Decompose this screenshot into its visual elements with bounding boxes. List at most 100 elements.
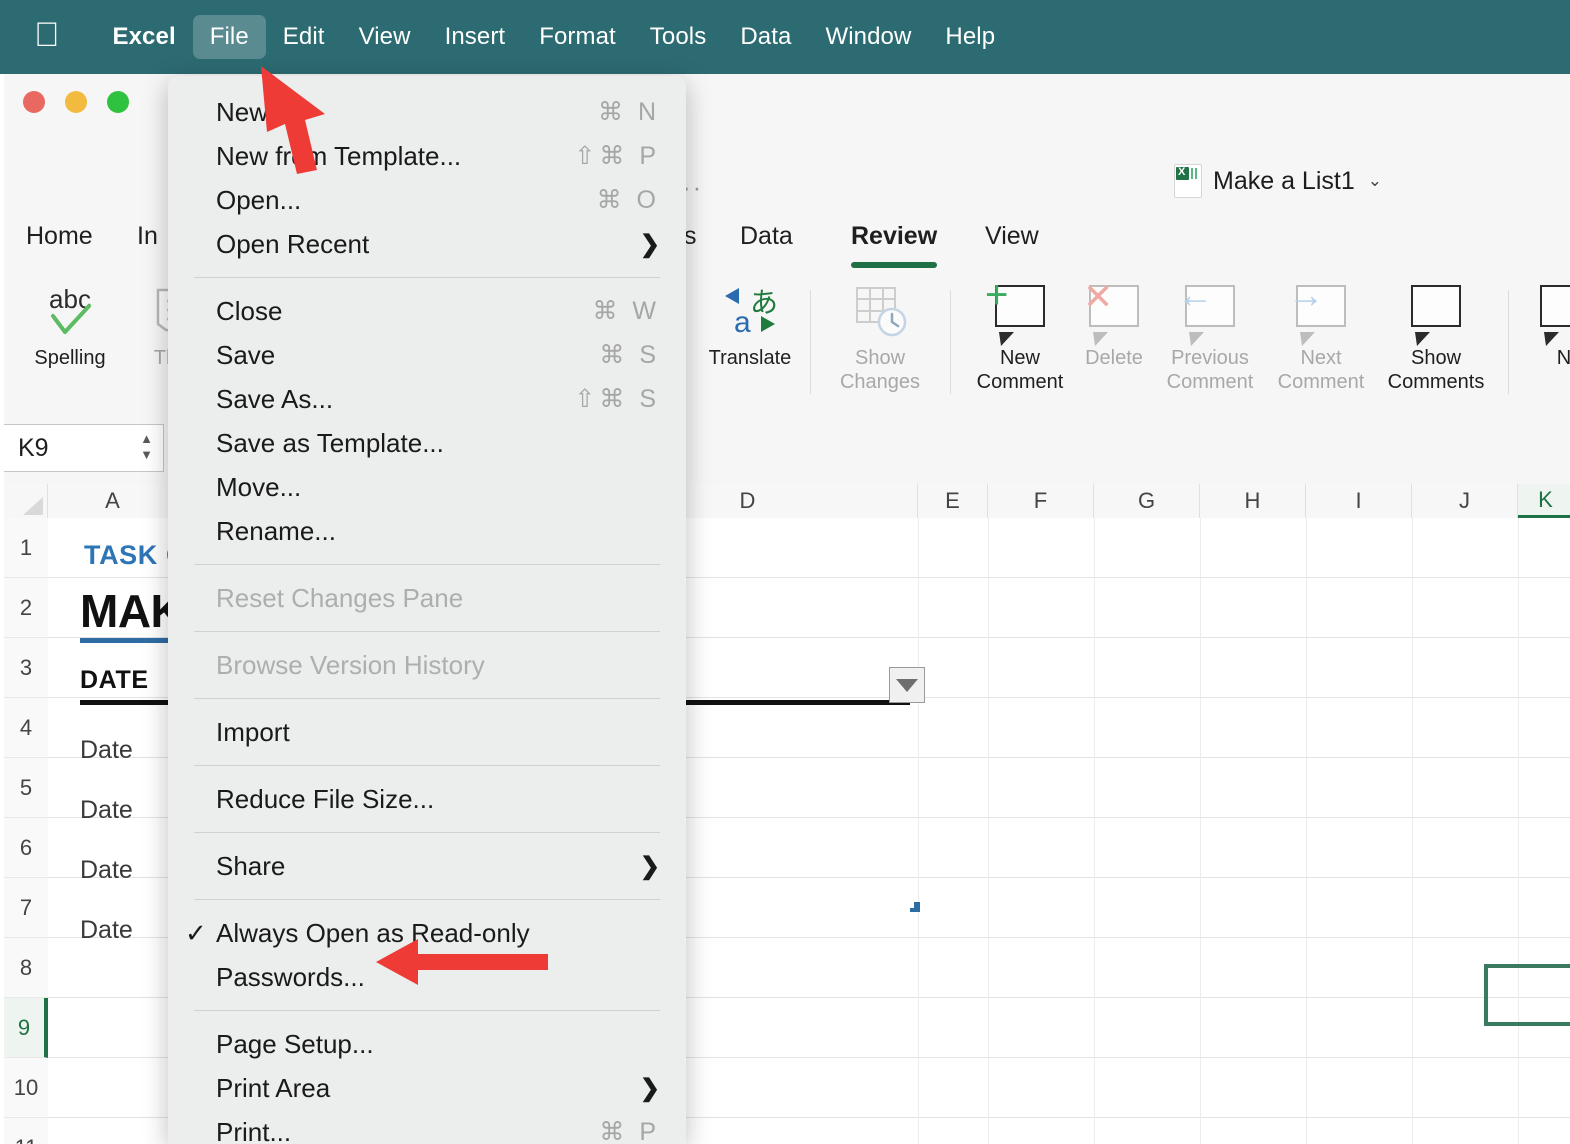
menu-item-label: Reduce File Size... (216, 784, 660, 815)
ribbon-button-translate[interactable]: aあTranslate (690, 280, 810, 370)
ribbon-button-previous-comment: ←PreviousComment (1148, 280, 1272, 394)
file-menu-item-rename[interactable]: Rename... (168, 509, 686, 553)
cell-date-header[interactable]: DATE (80, 666, 149, 695)
menu-bar-item-file[interactable]: File (193, 15, 266, 59)
filter-dropdown-button[interactable] (889, 667, 925, 703)
file-menu-item-print[interactable]: Print...⌘ P (168, 1110, 686, 1144)
file-menu-item-save-as[interactable]: Save As...⇧⌘ S (168, 377, 686, 421)
column-header-F[interactable]: F (988, 484, 1094, 518)
menu-bar-item-data[interactable]: Data (723, 15, 808, 59)
name-box-value: K9 (18, 434, 49, 463)
spinner-down-icon[interactable]: ▼ (140, 448, 153, 461)
menu-item-shortcut: ⇧⌘ S (574, 384, 660, 414)
close-window-button[interactable] (23, 91, 45, 113)
cell-date-2[interactable]: Date (80, 796, 133, 825)
menu-item-shortcut: ⌘ O (597, 185, 660, 215)
file-menu-item-reduce-file-size[interactable]: Reduce File Size... (168, 777, 686, 821)
menu-bar-item-excel[interactable]: Excel (96, 15, 193, 59)
gridline (1306, 518, 1307, 1144)
file-menu-item-save-as-template[interactable]: Save as Template... (168, 421, 686, 465)
menu-bar-items: ExcelFileEditViewInsertFormatToolsDataWi… (96, 15, 1013, 59)
file-menu-item-passwords[interactable]: Passwords... (168, 955, 686, 999)
column-header-G[interactable]: G (1094, 484, 1200, 518)
file-menu-item-open-recent[interactable]: Open Recent❯ (168, 222, 686, 266)
menu-bar-item-edit[interactable]: Edit (266, 15, 342, 59)
ribbon-button-spelling[interactable]: abcSpelling (12, 280, 128, 370)
tab-data[interactable]: Data (740, 222, 793, 251)
file-menu-item-move[interactable]: Move... (168, 465, 686, 509)
svg-text:あ: あ (750, 286, 778, 319)
file-menu-item-save[interactable]: Save⌘ S (168, 333, 686, 377)
row-header-4[interactable]: 4 (4, 698, 48, 758)
cell-date-1[interactable]: Date (80, 736, 133, 765)
row-header-5[interactable]: 5 (4, 758, 48, 818)
menu-bar-item-window[interactable]: Window (808, 15, 928, 59)
document-title[interactable]: Make a List1 ⌄ (1174, 164, 1382, 198)
menu-bar-item-format[interactable]: Format (522, 15, 633, 59)
blue-corner-marker (910, 902, 920, 912)
tab-in[interactable]: In (137, 222, 158, 251)
column-header-H[interactable]: H (1200, 484, 1306, 518)
menu-item-label: Rename... (216, 516, 660, 547)
file-menu-item-close[interactable]: Close⌘ W (168, 289, 686, 333)
file-menu-item-open[interactable]: Open...⌘ O (168, 178, 686, 222)
column-header-J[interactable]: J (1412, 484, 1518, 518)
minimize-window-button[interactable] (65, 91, 87, 113)
ribbon-button-label: Spelling (12, 346, 128, 370)
row-header-6[interactable]: 6 (4, 818, 48, 878)
maximize-window-button[interactable] (107, 91, 129, 113)
tab-review[interactable]: Review (851, 222, 937, 251)
gridline (1412, 518, 1413, 1144)
ribbon-separator (1508, 290, 1509, 394)
cell-date-4[interactable]: Date (80, 916, 133, 945)
row-header-8[interactable]: 8 (4, 938, 48, 998)
chevron-down-icon[interactable]: ⌄ (1368, 171, 1382, 191)
row-header-1[interactable]: 1 (4, 518, 48, 578)
row-header-3[interactable]: 3 (4, 638, 48, 698)
menu-bar-item-view[interactable]: View (342, 15, 428, 59)
cell-date-3[interactable]: Date (80, 856, 133, 885)
menu-item-label: Passwords... (216, 962, 660, 993)
menu-bar-item-tools[interactable]: Tools (633, 15, 724, 59)
ribbon-button-label-2: Comments (1370, 370, 1502, 394)
name-box[interactable]: K9 ▲ ▼ (4, 424, 164, 472)
spinner-up-icon[interactable]: ▲ (140, 432, 153, 445)
menu-bar-item-insert[interactable]: Insert (428, 15, 523, 59)
menu-item-label: Import (216, 717, 660, 748)
ribbon-button-show-comments[interactable]: ShowComments (1370, 280, 1502, 394)
row-header-2[interactable]: 2 (4, 578, 48, 638)
column-header-E[interactable]: E (918, 484, 988, 518)
row-header-9[interactable]: 9 (4, 998, 48, 1058)
file-menu-item-new-from-template[interactable]: New from Template...⇧⌘ P (168, 134, 686, 178)
tab-view[interactable]: View (985, 222, 1039, 251)
file-menu-item-import[interactable]: Import (168, 710, 686, 754)
menu-separator (194, 631, 660, 632)
file-menu-item-share[interactable]: Share❯ (168, 844, 686, 888)
tab-home[interactable]: Home (26, 222, 93, 251)
gridline (988, 518, 989, 1144)
gridline (918, 518, 919, 1144)
row-header-11[interactable]: 11 (4, 1118, 48, 1144)
select-all-corner[interactable] (4, 484, 48, 518)
tab-label: In (137, 222, 158, 250)
ribbon-button-notes[interactable]: N (1534, 280, 1570, 370)
tab-label: Review (851, 222, 937, 250)
menu-item-label: Save (216, 340, 599, 371)
file-menu-item-new[interactable]: New⌘ N (168, 90, 686, 134)
row-header-10[interactable]: 10 (4, 1058, 48, 1118)
name-box-spinner[interactable]: ▲ ▼ (140, 432, 153, 461)
ribbon-button-label: Translate (690, 346, 810, 370)
column-header-I[interactable]: I (1306, 484, 1412, 518)
menu-bar-item-help[interactable]: Help (928, 15, 1012, 59)
active-cell-k9[interactable] (1484, 964, 1570, 1026)
column-header-A[interactable]: A (48, 484, 178, 518)
file-menu-item-print-area[interactable]: Print Area❯ (168, 1066, 686, 1110)
ribbon-separator (810, 290, 811, 394)
menu-item-label: Save as Template... (216, 428, 660, 459)
row-header-7[interactable]: 7 (4, 878, 48, 938)
file-menu-item-always-open-as-read-only[interactable]: ✓Always Open as Read-only (168, 911, 686, 955)
file-dropdown-menu[interactable]: New⌘ NNew from Template...⇧⌘ POpen...⌘ O… (168, 76, 686, 1144)
column-header-K[interactable]: K (1518, 484, 1570, 518)
file-menu-item-page-setup[interactable]: Page Setup... (168, 1022, 686, 1066)
apple-logo-icon[interactable]:  (34, 18, 60, 52)
